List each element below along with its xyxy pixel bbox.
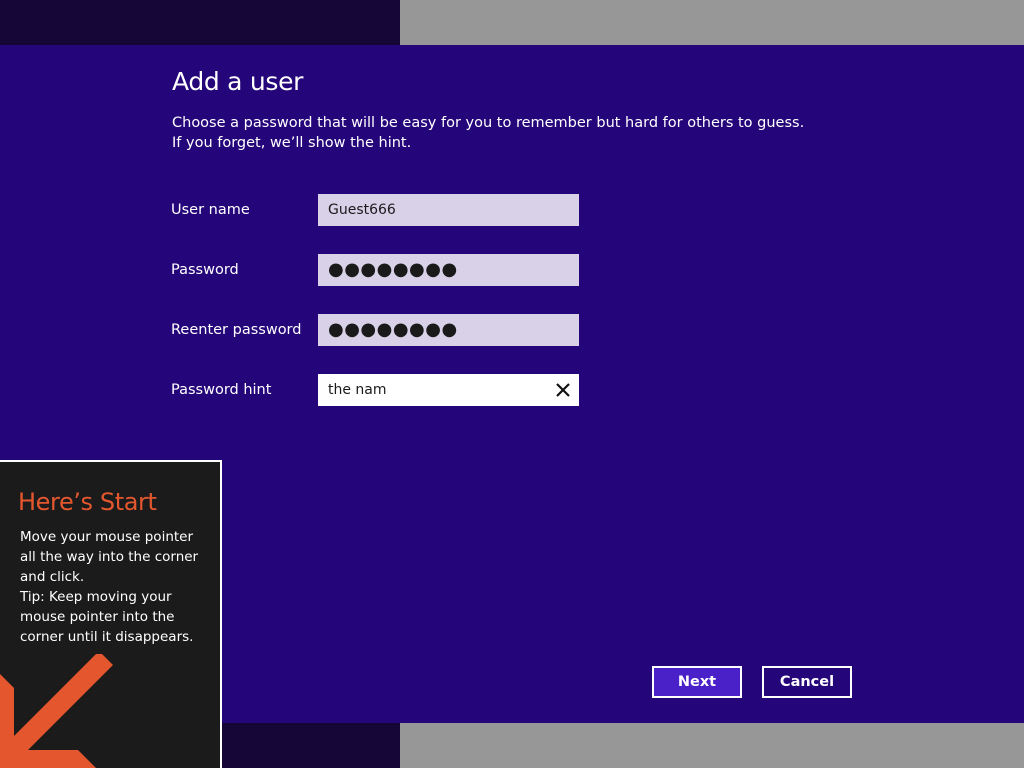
dialog-subtitle: Choose a password that will be easy for … [172, 115, 805, 151]
start-tip-panel: Here’s Start Move your mouse pointer all… [0, 460, 222, 768]
arrow-down-left-icon [0, 654, 113, 768]
password-hint-field[interactable]: the nam [318, 374, 579, 406]
background-top-left [0, 0, 400, 45]
background-top-right [400, 0, 1024, 45]
cancel-button[interactable]: Cancel [762, 666, 852, 698]
reenter-password-field[interactable]: ●●●●●●●● [318, 314, 579, 346]
tip-text-line-1: Move your mouse pointer all the way into… [20, 529, 199, 585]
username-field[interactable]: Guest666 [318, 194, 579, 226]
close-icon[interactable] [554, 381, 572, 399]
screen: Add a user Choose a password that will b… [0, 0, 1024, 768]
password-label: Password [171, 262, 239, 278]
password-hint-value: the nam [328, 382, 387, 398]
background-bottom-right [400, 723, 1024, 768]
tip-text-line-2: Tip: Keep moving your mouse pointer into… [20, 589, 194, 645]
password-field[interactable]: ●●●●●●●● [318, 254, 579, 286]
next-button[interactable]: Next [652, 666, 742, 698]
reenter-password-label: Reenter password [171, 322, 302, 338]
tip-text: Move your mouse pointer all the way into… [20, 527, 210, 647]
password-hint-label: Password hint [171, 382, 272, 398]
username-label: User name [171, 202, 250, 218]
tip-title: Here’s Start [18, 488, 157, 516]
dialog-title: Add a user [172, 67, 304, 96]
